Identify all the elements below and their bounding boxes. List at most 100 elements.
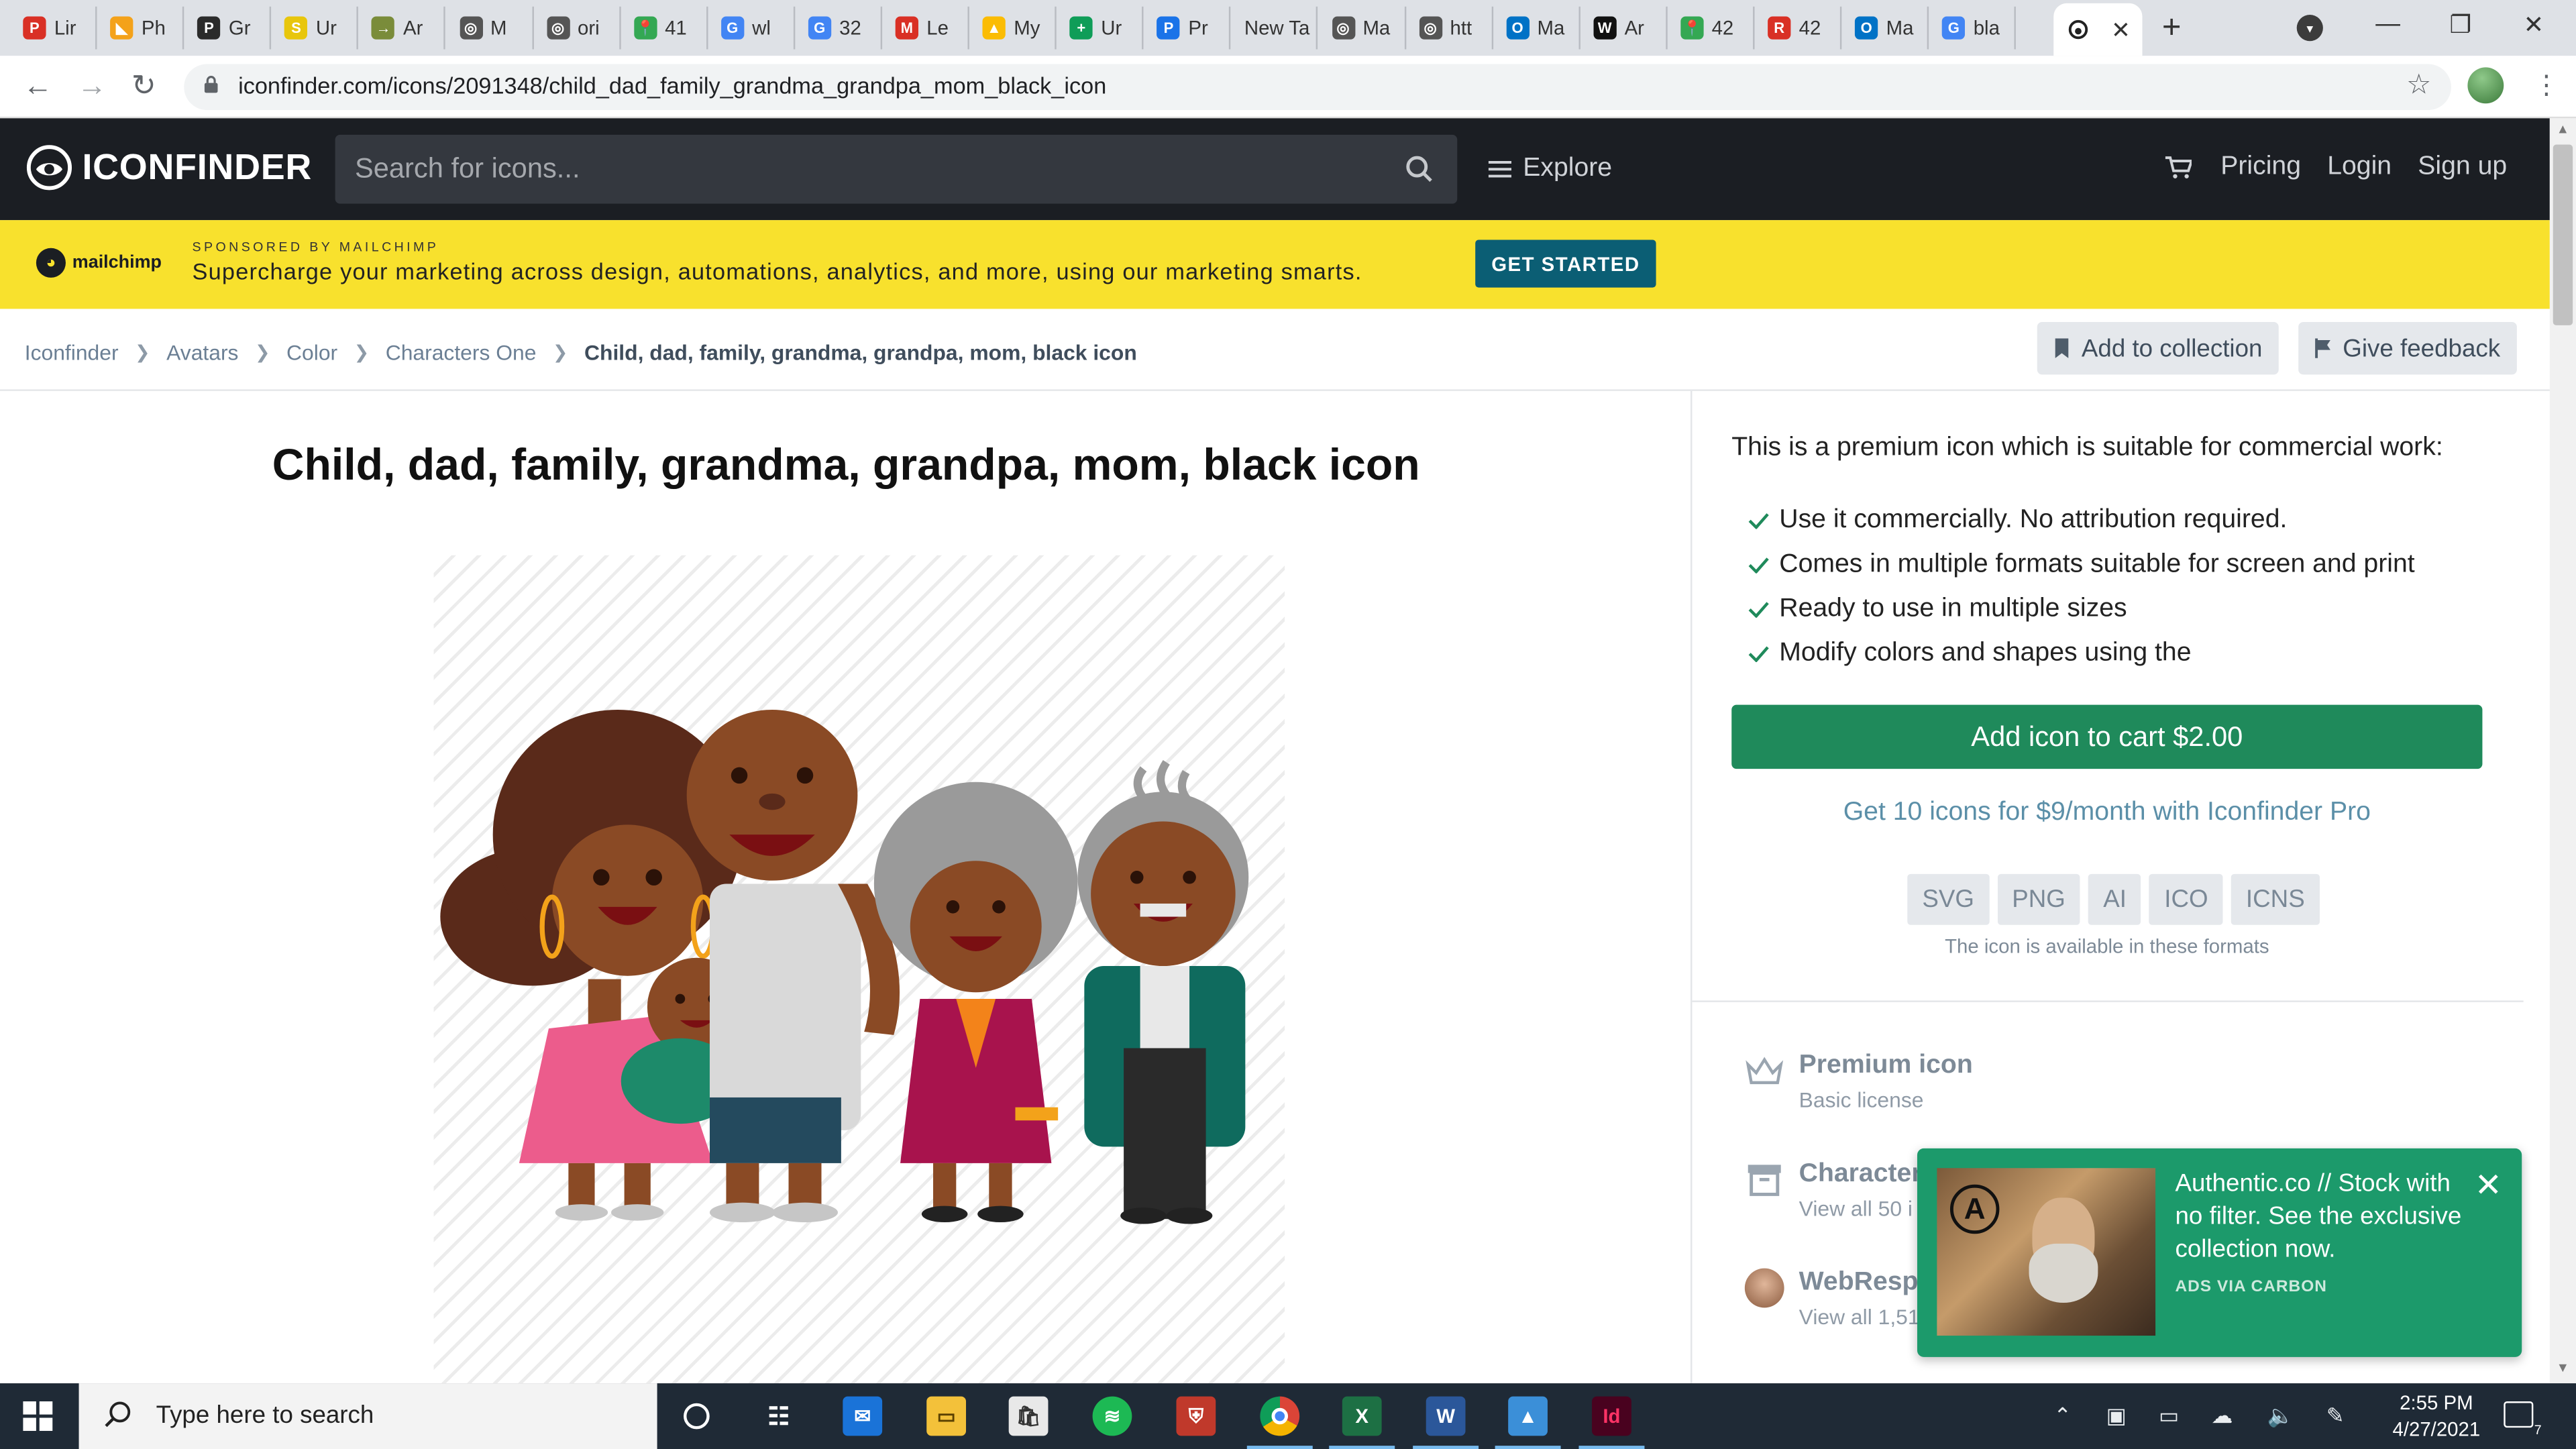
- close-icon[interactable]: ✕: [2475, 1165, 2502, 1205]
- profile-avatar[interactable]: [2467, 67, 2504, 104]
- add-to-cart-button[interactable]: Add icon to cart $2.00: [1731, 704, 2483, 769]
- browser-tab[interactable]: → Ar: [359, 6, 446, 50]
- taskbar-clock[interactable]: 2:55 PM 4/27/2021: [2390, 1390, 2482, 1442]
- iconfinder-logo[interactable]: ICONFINDER: [26, 145, 312, 191]
- file-explorer-icon[interactable]: ▭: [926, 1396, 967, 1436]
- tray-app-icon[interactable]: ▣: [2106, 1403, 2127, 1429]
- tab-favicon-icon: O: [1855, 16, 1878, 40]
- browser-tab[interactable]: New Ta: [1231, 6, 1319, 50]
- pen-icon[interactable]: ✎: [2326, 1403, 2345, 1429]
- browser-tab[interactable]: G 32: [795, 6, 882, 50]
- close-tab-icon[interactable]: ✕: [2111, 15, 2131, 44]
- add-to-collection-button[interactable]: Add to collection: [2037, 322, 2279, 375]
- word-icon[interactable]: W: [1426, 1396, 1466, 1436]
- bookmark-star-icon[interactable]: ☆: [2406, 69, 2431, 102]
- author-info[interactable]: WebResp View all 1,518: [1744, 1268, 1932, 1330]
- browser-tab[interactable]: P Pr: [1144, 6, 1232, 50]
- signup-link[interactable]: Sign up: [2418, 153, 2507, 182]
- browser-tab[interactable]: Gbla: [1929, 6, 2017, 50]
- volume-icon[interactable]: 🔈: [2267, 1403, 2294, 1429]
- iconset-info[interactable]: Character View all 50 i: [1745, 1160, 1922, 1221]
- browser-tab[interactable]: ◎ Ma: [1318, 6, 1406, 50]
- cortana-icon[interactable]: [677, 1397, 716, 1436]
- browser-tab[interactable]: 📍 42: [1667, 6, 1755, 50]
- chevron-right-icon: ❯: [552, 343, 568, 364]
- window-close-button[interactable]: ✕: [2524, 10, 2544, 40]
- address-bar[interactable]: iconfinder.com/icons/2091348/child_dad_f…: [184, 64, 2451, 111]
- browser-tab[interactable]: P Gr: [184, 6, 272, 50]
- explore-menu[interactable]: Explore: [1488, 154, 1612, 184]
- ad-image[interactable]: A: [1937, 1168, 2156, 1336]
- get-started-button[interactable]: GET STARTED: [1475, 239, 1656, 288]
- notification-center-icon[interactable]: 7: [2504, 1401, 2542, 1438]
- scrollbar-thumb[interactable]: [2553, 144, 2573, 325]
- tab-label: 42: [1799, 16, 1821, 40]
- meta-title[interactable]: Character: [1799, 1160, 1922, 1189]
- browser-tab[interactable]: + Ur: [1057, 6, 1144, 50]
- spotify-icon[interactable]: ≋: [1092, 1396, 1132, 1436]
- browser-tab[interactable]: ◎ htt: [1405, 6, 1493, 50]
- browser-tab[interactable]: W Ar: [1580, 6, 1668, 50]
- ad-text[interactable]: Authentic.co // Stock with no filter. Se…: [2175, 1168, 2479, 1267]
- browser-tab[interactable]: 📍 41: [621, 6, 708, 50]
- browser-tab[interactable]: O Ma: [1842, 6, 1929, 50]
- scroll-down-arrow[interactable]: ▼: [2557, 1360, 2569, 1375]
- carbon-ad[interactable]: A Authentic.co // Stock with no filter. …: [1917, 1148, 2522, 1357]
- battery-icon[interactable]: ▭: [2159, 1403, 2179, 1429]
- format-list: SVG PNG AI ICO ICNS: [1907, 873, 2328, 925]
- browser-tab[interactable]: R 42: [1755, 6, 1842, 50]
- indesign-icon[interactable]: Id: [1592, 1396, 1631, 1436]
- new-tab-button[interactable]: +: [2162, 10, 2182, 48]
- browser-tab[interactable]: O Ma: [1493, 6, 1580, 50]
- excel-icon[interactable]: X: [1342, 1396, 1382, 1436]
- mail-app-icon[interactable]: ✉: [843, 1396, 883, 1436]
- cart-icon[interactable]: [2164, 156, 2192, 179]
- browser-tab[interactable]: ▲ My: [969, 6, 1057, 50]
- browser-tab[interactable]: M Le: [882, 6, 969, 50]
- scroll-up-arrow[interactable]: ▲: [2557, 121, 2569, 136]
- onedrive-icon[interactable]: ☁: [2211, 1403, 2233, 1429]
- windows-start-icon[interactable]: [23, 1401, 53, 1432]
- chrome-icon[interactable]: [1260, 1396, 1300, 1436]
- browser-menu-icon[interactable]: ⋮: [2533, 69, 2559, 102]
- search-icon[interactable]: [1405, 154, 1434, 184]
- breadcrumb-item[interactable]: Iconfinder: [25, 340, 119, 365]
- photos-icon[interactable]: ▲: [1508, 1396, 1548, 1436]
- meta-title[interactable]: WebResp: [1799, 1269, 1932, 1298]
- browser-tab[interactable]: Gwl: [708, 6, 795, 50]
- icon-search-input[interactable]: Search for icons...: [335, 134, 1458, 204]
- forward-icon[interactable]: →: [77, 69, 107, 103]
- give-feedback-button[interactable]: Give feedback: [2298, 322, 2517, 375]
- browser-tab[interactable]: ◎ ori: [533, 6, 621, 50]
- tab-favicon-icon: W: [1593, 16, 1617, 40]
- tab-favicon-icon: 📍: [633, 16, 657, 40]
- login-link[interactable]: Login: [2327, 153, 2392, 182]
- breadcrumb-item[interactable]: Characters One: [386, 340, 537, 365]
- breadcrumb-item[interactable]: Avatars: [166, 340, 238, 365]
- sponsor-banner[interactable]: ◕ mailchimp SPONSORED BY MAILCHIMP Super…: [0, 220, 2550, 309]
- meta-sub[interactable]: View all 1,518: [1799, 1305, 1932, 1330]
- browser-tab[interactable]: ◣ Ph: [97, 6, 184, 50]
- browser-tab[interactable]: ◎ M: [446, 6, 533, 50]
- meta-sub[interactable]: View all 50 i: [1799, 1196, 1922, 1221]
- browser-tab[interactable]: S Ur: [272, 6, 359, 50]
- reload-icon[interactable]: ↻: [131, 69, 156, 103]
- tab-label: Ma: [1537, 16, 1565, 40]
- browser-tab[interactable]: P Lir: [10, 6, 97, 50]
- taskbar-search-box[interactable]: Type here to search: [78, 1383, 657, 1449]
- shield-app-icon[interactable]: ⛨: [1176, 1396, 1216, 1436]
- pro-offer-link[interactable]: Get 10 icons for $9/month with Iconfinde…: [1731, 798, 2482, 828]
- breadcrumb-item[interactable]: Color: [286, 340, 337, 365]
- pricing-link[interactable]: Pricing: [2220, 153, 2301, 182]
- back-icon[interactable]: ←: [23, 69, 52, 103]
- tab-favicon-icon: G: [720, 16, 744, 40]
- page-scrollbar[interactable]: ▲ ▼: [2549, 118, 2576, 1384]
- maximize-button[interactable]: ❐: [2449, 10, 2471, 40]
- minimize-button[interactable]: —: [2375, 10, 2400, 38]
- task-view-icon[interactable]: ☷: [759, 1397, 798, 1436]
- ads-via-carbon[interactable]: ADS VIA CARBON: [2175, 1278, 2326, 1296]
- store-icon[interactable]: 🛍: [1008, 1396, 1049, 1436]
- tab-search-icon[interactable]: ▾: [2296, 15, 2323, 42]
- active-tab[interactable]: ✕: [2053, 3, 2143, 56]
- tray-overflow-icon[interactable]: ⌃: [2053, 1403, 2072, 1429]
